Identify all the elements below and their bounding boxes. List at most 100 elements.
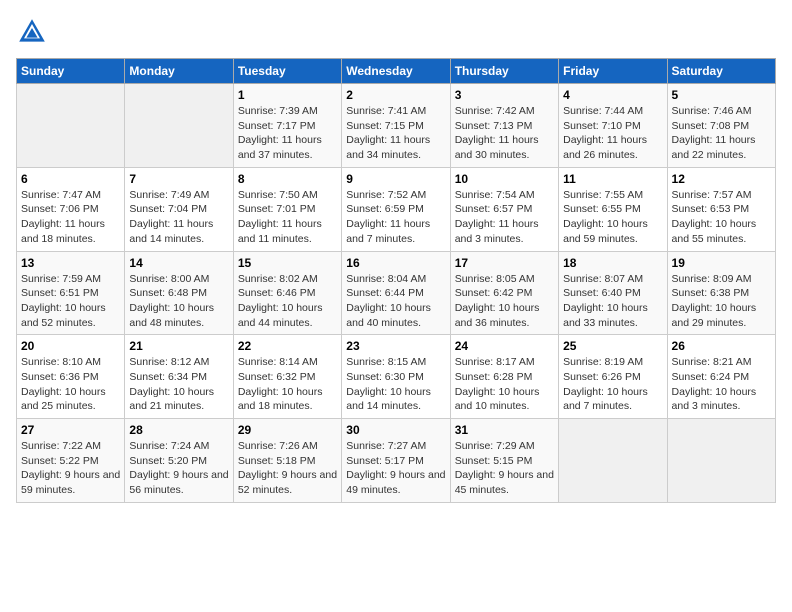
day-info: Sunrise: 7:50 AMSunset: 7:01 PMDaylight:… <box>238 188 337 247</box>
day-number: 12 <box>672 172 771 186</box>
day-number: 26 <box>672 339 771 353</box>
day-number: 13 <box>21 256 120 270</box>
day-info: Sunrise: 7:57 AMSunset: 6:53 PMDaylight:… <box>672 188 771 247</box>
logo-icon <box>16 16 48 48</box>
calendar-week-row: 6 Sunrise: 7:47 AMSunset: 7:06 PMDaylight… <box>17 167 776 251</box>
day-number: 20 <box>21 339 120 353</box>
day-number: 2 <box>346 88 445 102</box>
calendar-day-header: Saturday <box>667 59 775 84</box>
calendar-cell <box>125 84 233 168</box>
calendar-table: SundayMondayTuesdayWednesdayThursdayFrid… <box>16 58 776 503</box>
calendar-cell: 13 Sunrise: 7:59 AMSunset: 6:51 PMDayligh… <box>17 251 125 335</box>
day-number: 18 <box>563 256 662 270</box>
calendar-cell: 15 Sunrise: 8:02 AMSunset: 6:46 PMDayligh… <box>233 251 341 335</box>
day-info: Sunrise: 8:10 AMSunset: 6:36 PMDaylight:… <box>21 355 120 414</box>
calendar-cell: 24 Sunrise: 8:17 AMSunset: 6:28 PMDayligh… <box>450 335 558 419</box>
day-info: Sunrise: 7:46 AMSunset: 7:08 PMDaylight:… <box>672 104 771 163</box>
calendar-cell: 21Sunrise: 8:12 AMSunset: 6:34 PMDayligh… <box>125 335 233 419</box>
day-number: 24 <box>455 339 554 353</box>
calendar-cell: 14 Sunrise: 8:00 AMSunset: 6:48 PMDayligh… <box>125 251 233 335</box>
calendar-week-row: 1 Sunrise: 7:39 AMSunset: 7:17 PMDaylight… <box>17 84 776 168</box>
calendar-cell: 12 Sunrise: 7:57 AMSunset: 6:53 PMDayligh… <box>667 167 775 251</box>
calendar-cell: 19Sunrise: 8:09 AMSunset: 6:38 PMDayligh… <box>667 251 775 335</box>
calendar-cell: 27 Sunrise: 7:22 AMSunset: 5:22 PMDayligh… <box>17 419 125 503</box>
calendar-day-header: Tuesday <box>233 59 341 84</box>
day-number: 15 <box>238 256 337 270</box>
calendar-day-header: Friday <box>559 59 667 84</box>
day-number: 10 <box>455 172 554 186</box>
calendar-cell: 1 Sunrise: 7:39 AMSunset: 7:17 PMDaylight… <box>233 84 341 168</box>
day-info: Sunrise: 7:39 AMSunset: 7:17 PMDaylight:… <box>238 104 337 163</box>
calendar-cell: 22 Sunrise: 8:14 AMSunset: 6:32 PMDayligh… <box>233 335 341 419</box>
calendar-cell: 4 Sunrise: 7:44 AMSunset: 7:10 PMDaylight… <box>559 84 667 168</box>
day-info: Sunrise: 7:47 AMSunset: 7:06 PMDaylight:… <box>21 188 120 247</box>
day-number: 23 <box>346 339 445 353</box>
calendar-cell: 10 Sunrise: 7:54 AMSunset: 6:57 PMDayligh… <box>450 167 558 251</box>
calendar-cell: 17Sunrise: 8:05 AMSunset: 6:42 PMDayligh… <box>450 251 558 335</box>
day-info: Sunrise: 8:15 AMSunset: 6:30 PMDaylight:… <box>346 355 445 414</box>
day-info: Sunrise: 7:59 AMSunset: 6:51 PMDaylight:… <box>21 272 120 331</box>
day-number: 1 <box>238 88 337 102</box>
calendar-cell: 5 Sunrise: 7:46 AMSunset: 7:08 PMDaylight… <box>667 84 775 168</box>
day-number: 28 <box>129 423 228 437</box>
day-info: Sunrise: 8:02 AMSunset: 6:46 PMDaylight:… <box>238 272 337 331</box>
calendar-cell: 18 Sunrise: 8:07 AMSunset: 6:40 PMDayligh… <box>559 251 667 335</box>
day-number: 6 <box>21 172 120 186</box>
calendar-cell: 31 Sunrise: 7:29 AMSunset: 5:15 PMDayligh… <box>450 419 558 503</box>
day-number: 14 <box>129 256 228 270</box>
calendar-cell: 29Sunrise: 7:26 AMSunset: 5:18 PMDayligh… <box>233 419 341 503</box>
day-number: 4 <box>563 88 662 102</box>
calendar-week-row: 20 Sunrise: 8:10 AMSunset: 6:36 PMDayligh… <box>17 335 776 419</box>
day-number: 3 <box>455 88 554 102</box>
calendar-cell <box>667 419 775 503</box>
calendar-cell: 6 Sunrise: 7:47 AMSunset: 7:06 PMDaylight… <box>17 167 125 251</box>
day-info: Sunrise: 7:49 AMSunset: 7:04 PMDaylight:… <box>129 188 228 247</box>
calendar-header-row: SundayMondayTuesdayWednesdayThursdayFrid… <box>17 59 776 84</box>
calendar-cell: 8 Sunrise: 7:50 AMSunset: 7:01 PMDaylight… <box>233 167 341 251</box>
calendar-day-header: Thursday <box>450 59 558 84</box>
day-info: Sunrise: 7:55 AMSunset: 6:55 PMDaylight:… <box>563 188 662 247</box>
day-info: Sunrise: 8:04 AMSunset: 6:44 PMDaylight:… <box>346 272 445 331</box>
day-info: Sunrise: 8:17 AMSunset: 6:28 PMDaylight:… <box>455 355 554 414</box>
calendar-cell: 9Sunrise: 7:52 AMSunset: 6:59 PMDaylight… <box>342 167 450 251</box>
day-number: 8 <box>238 172 337 186</box>
day-number: 7 <box>129 172 228 186</box>
day-info: Sunrise: 8:00 AMSunset: 6:48 PMDaylight:… <box>129 272 228 331</box>
day-info: Sunrise: 7:44 AMSunset: 7:10 PMDaylight:… <box>563 104 662 163</box>
page-header <box>16 16 776 48</box>
day-info: Sunrise: 7:22 AMSunset: 5:22 PMDaylight:… <box>21 439 120 498</box>
day-number: 22 <box>238 339 337 353</box>
calendar-cell: 7 Sunrise: 7:49 AMSunset: 7:04 PMDaylight… <box>125 167 233 251</box>
calendar-cell: 16 Sunrise: 8:04 AMSunset: 6:44 PMDayligh… <box>342 251 450 335</box>
day-number: 30 <box>346 423 445 437</box>
day-info: Sunrise: 7:41 AMSunset: 7:15 PMDaylight:… <box>346 104 445 163</box>
calendar-cell: 20 Sunrise: 8:10 AMSunset: 6:36 PMDayligh… <box>17 335 125 419</box>
day-info: Sunrise: 8:09 AMSunset: 6:38 PMDaylight:… <box>672 272 771 331</box>
calendar-cell: 2 Sunrise: 7:41 AMSunset: 7:15 PMDaylight… <box>342 84 450 168</box>
day-info: Sunrise: 7:24 AMSunset: 5:20 PMDaylight:… <box>129 439 228 498</box>
logo <box>16 16 52 48</box>
calendar-body: 1 Sunrise: 7:39 AMSunset: 7:17 PMDaylight… <box>17 84 776 503</box>
day-info: Sunrise: 8:05 AMSunset: 6:42 PMDaylight:… <box>455 272 554 331</box>
calendar-day-header: Wednesday <box>342 59 450 84</box>
day-number: 31 <box>455 423 554 437</box>
day-number: 11 <box>563 172 662 186</box>
day-info: Sunrise: 8:14 AMSunset: 6:32 PMDaylight:… <box>238 355 337 414</box>
day-number: 5 <box>672 88 771 102</box>
calendar-cell <box>559 419 667 503</box>
day-info: Sunrise: 8:21 AMSunset: 6:24 PMDaylight:… <box>672 355 771 414</box>
calendar-week-row: 13 Sunrise: 7:59 AMSunset: 6:51 PMDayligh… <box>17 251 776 335</box>
day-info: Sunrise: 7:42 AMSunset: 7:13 PMDaylight:… <box>455 104 554 163</box>
day-number: 16 <box>346 256 445 270</box>
day-number: 21 <box>129 339 228 353</box>
day-number: 27 <box>21 423 120 437</box>
day-info: Sunrise: 7:29 AMSunset: 5:15 PMDaylight:… <box>455 439 554 498</box>
calendar-cell: 23 Sunrise: 8:15 AMSunset: 6:30 PMDayligh… <box>342 335 450 419</box>
calendar-cell: 26 Sunrise: 8:21 AMSunset: 6:24 PMDayligh… <box>667 335 775 419</box>
day-info: Sunrise: 7:54 AMSunset: 6:57 PMDaylight:… <box>455 188 554 247</box>
calendar-cell: 3 Sunrise: 7:42 AMSunset: 7:13 PMDaylight… <box>450 84 558 168</box>
day-number: 9 <box>346 172 445 186</box>
calendar-cell: 25Sunrise: 8:19 AMSunset: 6:26 PMDayligh… <box>559 335 667 419</box>
calendar-cell: 11 Sunrise: 7:55 AMSunset: 6:55 PMDayligh… <box>559 167 667 251</box>
day-info: Sunrise: 8:07 AMSunset: 6:40 PMDaylight:… <box>563 272 662 331</box>
